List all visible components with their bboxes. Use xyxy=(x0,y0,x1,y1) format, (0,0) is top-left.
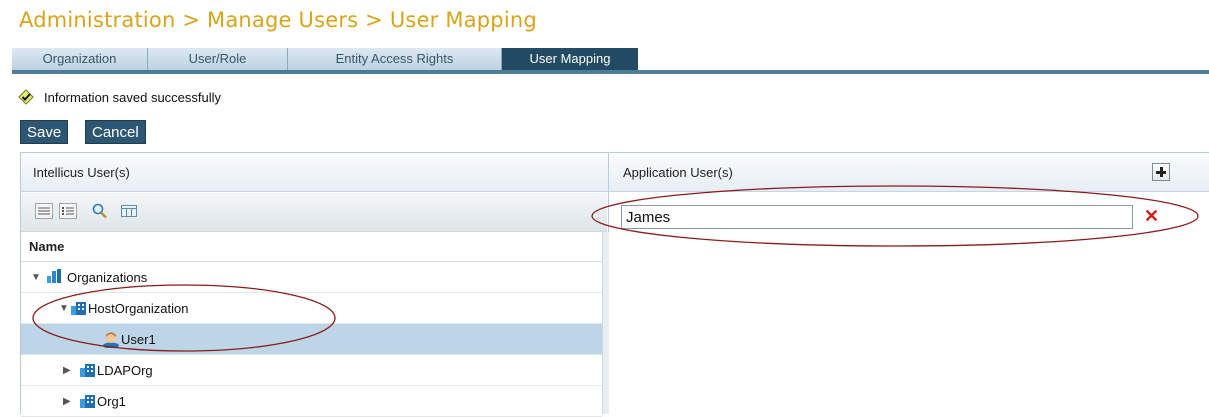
organization-icon xyxy=(80,395,95,408)
organization-icon xyxy=(80,364,95,377)
status-message: Information saved successfully xyxy=(18,89,221,105)
columns-icon[interactable] xyxy=(120,203,138,219)
add-application-user-button[interactable] xyxy=(1152,163,1170,181)
collapsed-arrow-icon[interactable]: ▶ xyxy=(63,355,71,386)
page-title: Administration > Manage Users > User Map… xyxy=(19,8,537,32)
tab-entity-access-rights[interactable]: Entity Access Rights xyxy=(288,48,502,70)
status-text: Information saved successfully xyxy=(44,89,222,105)
tree-node-label: HostOrganization xyxy=(88,301,189,316)
tree-node-hostorganization[interactable]: ▼ HostOrganization xyxy=(21,293,602,324)
cancel-button[interactable]: Cancel xyxy=(85,120,146,144)
tree-toolbar xyxy=(21,193,607,232)
tab-user-mapping[interactable]: User Mapping xyxy=(502,48,638,70)
tree-node-ldaporg[interactable]: ▶ LDAPOrg xyxy=(21,355,602,386)
application-user-input[interactable] xyxy=(621,205,1133,229)
tree-node-organizations[interactable]: ▼ Organizations xyxy=(21,262,602,293)
application-users-header: Application User(s) xyxy=(608,152,1209,192)
collapsed-arrow-icon[interactable]: ▶ xyxy=(63,386,71,417)
tab-underline xyxy=(12,70,1209,74)
tab-bar: Organization User/Role Entity Access Rig… xyxy=(12,48,1209,70)
check-icon xyxy=(18,89,34,105)
tree-node-label: Organizations xyxy=(67,270,148,285)
list-view-icon[interactable] xyxy=(35,203,53,219)
name-column-header[interactable]: Name xyxy=(21,232,602,262)
remove-user-icon[interactable]: ✕ xyxy=(1144,206,1159,227)
tree-node-org1[interactable]: ▶ Org1 xyxy=(21,386,602,417)
tree-node-label: LDAPOrg xyxy=(97,363,153,378)
organizations-icon xyxy=(47,269,61,283)
tab-organization[interactable]: Organization xyxy=(12,48,148,70)
organization-icon xyxy=(71,302,86,315)
save-button[interactable]: Save xyxy=(20,120,69,144)
expanded-arrow-icon[interactable]: ▼ xyxy=(59,293,69,324)
tree-node-label: User1 xyxy=(121,332,156,347)
search-icon[interactable] xyxy=(91,203,109,219)
tree-node-label: Org1 xyxy=(97,394,126,409)
tree-node-user1[interactable]: User1 xyxy=(21,324,602,355)
intellicus-users-header: Intellicus User(s) xyxy=(20,152,608,192)
tab-user-role[interactable]: User/Role xyxy=(148,48,288,70)
tree-scrollbar[interactable] xyxy=(602,232,609,414)
tree-view-icon[interactable] xyxy=(59,203,77,219)
expanded-arrow-icon[interactable]: ▼ xyxy=(31,262,41,293)
user-icon xyxy=(103,332,119,348)
